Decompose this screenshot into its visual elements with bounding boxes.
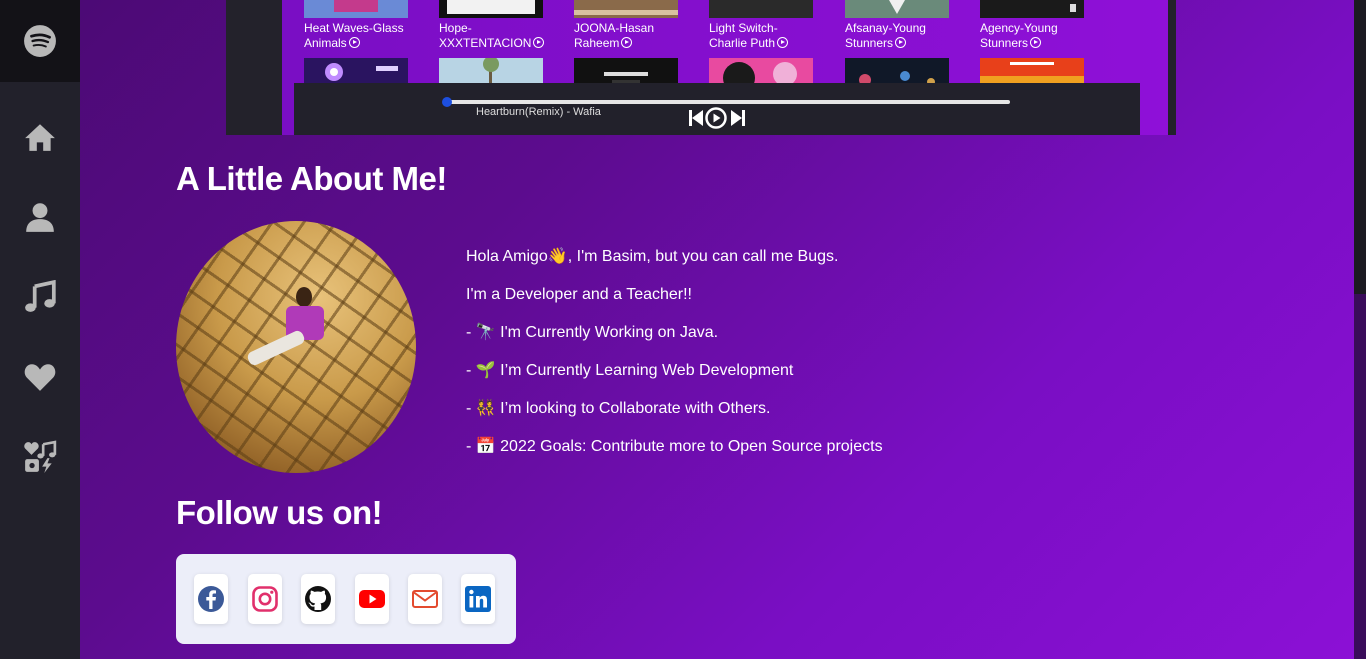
bio-line: I'm a Developer and a Teacher!! bbox=[466, 286, 692, 303]
linkedin-icon bbox=[465, 586, 491, 612]
sidebar bbox=[0, 0, 80, 659]
home-icon[interactable] bbox=[22, 119, 58, 155]
music-icon[interactable] bbox=[22, 279, 58, 315]
album-artist: Charlie Puth bbox=[709, 36, 776, 50]
album-card[interactable]: Hope- XXXTENTACION bbox=[439, 0, 574, 90]
album-card[interactable]: Afsanay-Young Stunners bbox=[845, 0, 980, 90]
next-icon[interactable] bbox=[730, 109, 746, 127]
album-title: Agency-Young bbox=[980, 21, 1058, 35]
bio-line: Hola Amigo👋, I'm Basim, but you can call… bbox=[466, 248, 839, 265]
music-collection-icon[interactable] bbox=[22, 439, 58, 475]
spotify-logo-icon[interactable] bbox=[22, 23, 58, 59]
album-cover bbox=[980, 0, 1084, 18]
youtube-icon bbox=[359, 590, 385, 608]
album-title: Light Switch- bbox=[709, 21, 778, 35]
album-title: Hope- bbox=[439, 21, 472, 35]
facebook-icon bbox=[198, 586, 224, 612]
previous-icon[interactable] bbox=[688, 109, 704, 127]
heart-icon[interactable] bbox=[22, 359, 58, 395]
logo-area bbox=[0, 0, 80, 82]
progress-bar[interactable] bbox=[444, 100, 1010, 104]
album-cover bbox=[439, 0, 543, 18]
follow-title: Follow us on! bbox=[176, 494, 383, 531]
album-card[interactable]: Agency-Young Stunners bbox=[980, 0, 1115, 90]
play-circle-icon[interactable] bbox=[777, 37, 789, 48]
album-cover bbox=[845, 0, 949, 18]
play-icon[interactable] bbox=[705, 107, 727, 129]
user-icon[interactable] bbox=[22, 199, 58, 235]
github-icon bbox=[305, 586, 331, 612]
album-card[interactable]: Light Switch- Charlie Puth bbox=[709, 0, 844, 90]
facebook-link[interactable] bbox=[194, 574, 228, 624]
album-cover bbox=[574, 0, 678, 18]
profile-photo bbox=[176, 221, 416, 473]
album-artist: Stunners bbox=[980, 36, 1029, 50]
mail-link[interactable] bbox=[408, 574, 442, 624]
now-playing-title: Heartburn(Remix) - Wafia bbox=[476, 106, 601, 118]
play-circle-icon[interactable] bbox=[348, 37, 360, 48]
album-artist: Raheem bbox=[574, 36, 620, 50]
github-link[interactable] bbox=[301, 574, 335, 624]
bio-line: - 🔭 I'm Currently Working on Java. bbox=[466, 324, 719, 341]
instagram-icon bbox=[252, 586, 278, 612]
album-cover bbox=[304, 0, 408, 18]
album-cover bbox=[709, 0, 813, 18]
play-circle-icon[interactable] bbox=[895, 37, 907, 48]
play-circle-icon[interactable] bbox=[621, 37, 633, 48]
youtube-link[interactable] bbox=[355, 574, 389, 624]
scrollbar[interactable] bbox=[1354, 0, 1366, 659]
progress-knob[interactable] bbox=[442, 97, 452, 107]
mail-icon bbox=[412, 590, 438, 608]
playback-controls: Heartburn(Remix) - Wafia bbox=[294, 83, 1140, 135]
album-card[interactable]: JOONA-Hasan Raheem bbox=[574, 0, 709, 90]
about-title: A Little About Me! bbox=[176, 160, 447, 197]
album-title: Afsanay-Young bbox=[845, 21, 926, 35]
bio-line: - 🌱 I’m Currently Learning Web Developme… bbox=[466, 362, 794, 379]
scrollbar-thumb[interactable] bbox=[1354, 0, 1366, 294]
album-title: Heat Waves-Glass bbox=[304, 21, 404, 35]
bio-line: - 📅 2022 Goals: Contribute more to Open … bbox=[466, 438, 883, 455]
bio-text: Hola Amigo👋, I'm Basim, but you can call… bbox=[466, 238, 883, 466]
play-circle-icon[interactable] bbox=[533, 37, 545, 48]
social-links bbox=[176, 554, 516, 644]
player-border bbox=[1168, 0, 1176, 135]
album-artist: Stunners bbox=[845, 36, 894, 50]
instagram-link[interactable] bbox=[248, 574, 282, 624]
bio-line: - 👯 I’m looking to Collaborate with Othe… bbox=[466, 400, 771, 417]
linkedin-link[interactable] bbox=[461, 574, 495, 624]
album-title: JOONA-Hasan bbox=[574, 21, 655, 35]
album-artist: Animals bbox=[304, 36, 347, 50]
album-card[interactable]: Heat Waves-Glass Animals bbox=[304, 0, 439, 90]
play-circle-icon[interactable] bbox=[1030, 37, 1042, 48]
album-artist: XXXTENTACION bbox=[439, 36, 532, 50]
